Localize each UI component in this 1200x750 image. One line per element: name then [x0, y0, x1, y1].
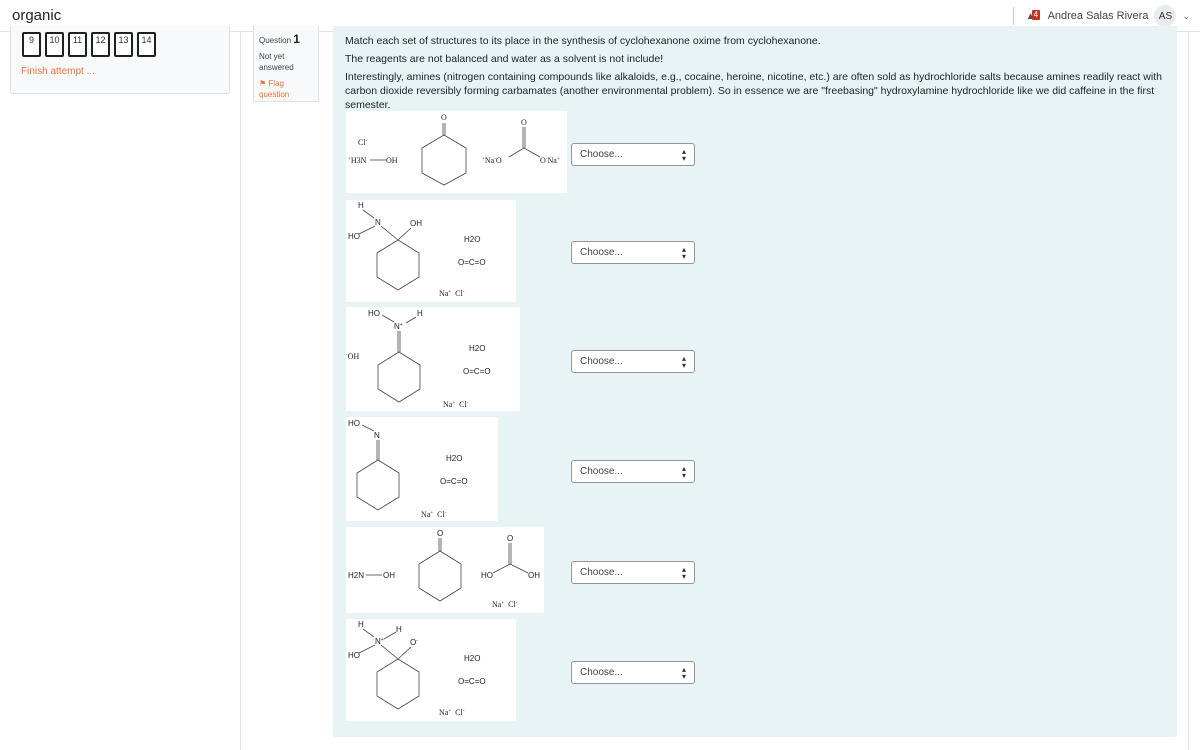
h-label: H: [358, 620, 364, 629]
n-plus-label: N+: [375, 637, 384, 646]
hydroxylammonium-label: +H3N: [348, 156, 367, 165]
question-nav-button[interactable]: 14: [137, 32, 156, 57]
ho-label: HO: [481, 571, 493, 580]
oh-label: OH: [383, 571, 395, 580]
carbonyl-o-label: O: [437, 529, 443, 538]
user-name[interactable]: Andrea Salas Rivera: [1048, 10, 1149, 22]
hydroxide-label: -OH: [346, 352, 359, 361]
select-arrows-icon: ▴ ▾: [681, 464, 686, 480]
user-menu[interactable]: ▲ 4 Andrea Salas Rivera AS ⌄: [1012, 4, 1190, 28]
question-nav-button[interactable]: 11: [68, 32, 87, 57]
select-value: Choose...: [580, 567, 623, 578]
select-arrows-icon: ▴ ▾: [681, 147, 686, 163]
answer-select-3[interactable]: Choose... ▴ ▾: [571, 350, 695, 373]
n-label: N: [375, 218, 381, 227]
question-number: Question 1: [259, 32, 313, 46]
oxide-label: O-: [410, 638, 418, 647]
question-nav-button[interactable]: 10: [45, 32, 64, 57]
structure-image-2: H N HO OH H2O O=C=O Na+ Cl-: [346, 200, 516, 302]
select-value: Choose...: [580, 667, 623, 678]
nacl-label: Na+ Cl-: [439, 289, 465, 298]
question-nav-button[interactable]: 9: [22, 32, 41, 57]
select-value: Choose...: [580, 149, 623, 160]
structure-image-4: HO N H2O O=C=O Na+ Cl-: [346, 417, 498, 521]
select-arrows-icon: ▴ ▾: [681, 665, 686, 681]
answer-select-5[interactable]: Choose... ▴ ▾: [571, 561, 695, 584]
flag-question-button[interactable]: ⚑ Flag question: [259, 78, 313, 100]
select-value: Choose...: [580, 356, 623, 367]
answer-select-6[interactable]: Choose... ▴ ▾: [571, 661, 695, 684]
carbonate-o-label: O: [521, 118, 527, 127]
avatar[interactable]: AS: [1154, 5, 1177, 27]
column-divider: [1188, 32, 1189, 750]
question-label: Question: [259, 36, 292, 45]
question-paragraph: Match each set of structures to its plac…: [345, 35, 821, 47]
select-arrows-icon: ▴ ▾: [681, 245, 686, 261]
question-paragraph: Interestingly, amines (nitrogen containi…: [345, 71, 1162, 111]
nacl-label: Na+ Cl-: [439, 708, 465, 717]
question-state: Not yet answered: [259, 52, 294, 72]
n-plus-label: N+: [394, 322, 403, 331]
site-brand[interactable]: organic: [12, 7, 61, 24]
question-number-value: 1: [293, 32, 300, 46]
water-label: H2O: [469, 344, 485, 353]
finish-attempt-link[interactable]: Finish attempt ...: [21, 66, 95, 77]
co2-label: O=C=O: [458, 258, 486, 267]
h-label: H: [358, 201, 364, 210]
carbonic-o-label: O: [507, 534, 513, 543]
nacl-label: Na+ Cl-: [443, 400, 469, 409]
structure-image-3: HO N+ H -OH H2O O=C=O Na+ Cl-: [346, 307, 520, 411]
sodium-right-label: O-Na+: [540, 156, 560, 165]
question-nav-button[interactable]: 13: [114, 32, 133, 57]
column-divider: [240, 32, 241, 750]
nacl-label: Na+ Cl-: [421, 510, 447, 519]
answer-select-4[interactable]: Choose... ▴ ▾: [571, 460, 695, 483]
structure-image-6: H H N+ HO O- H2O O=C=O Na+ Cl-: [346, 619, 516, 721]
carbonyl-o-label: O: [441, 113, 447, 122]
answer-select-2[interactable]: Choose... ▴ ▾: [571, 241, 695, 264]
h-label: H: [417, 309, 423, 318]
structure-image-5: H2N OH O HO O OH Na+ Cl-: [346, 527, 544, 613]
divider: [1012, 7, 1014, 25]
co2-label: O=C=O: [440, 477, 468, 486]
quiz-navigation: 9 10 11 12 13 14 Finish attempt ...: [10, 26, 230, 94]
ho-label: HO: [348, 419, 360, 428]
water-label: H2O: [464, 654, 480, 663]
question-content: Match each set of structures to its plac…: [333, 26, 1177, 737]
question-paragraph: The reagents are not balanced and water …: [345, 53, 664, 65]
notifications-button[interactable]: ▲ 4: [1026, 9, 1042, 23]
chevron-down-icon[interactable]: ⌄: [1182, 11, 1190, 22]
question-nav-button[interactable]: 12: [91, 32, 110, 57]
answer-select-1[interactable]: Choose... ▴ ▾: [571, 143, 695, 166]
question-info: Question 1 Not yet answered ⚑ Flag quest…: [253, 26, 319, 102]
ho-label: HO: [348, 232, 360, 241]
question-buttons: 9 10 11 12 13 14: [22, 32, 156, 57]
oh-label: OH: [410, 219, 422, 228]
flag-icon: ⚑: [259, 79, 267, 88]
structure-image-1: Cl- +H3N OH O +Na-O O O-Na+: [346, 111, 567, 193]
water-label: H2O: [464, 235, 480, 244]
oh-right-label: OH: [528, 571, 540, 580]
water-label: H2O: [446, 454, 462, 463]
select-value: Choose...: [580, 247, 623, 258]
select-value: Choose...: [580, 466, 623, 477]
co2-label: O=C=O: [463, 367, 491, 376]
ho-label: HO: [348, 651, 360, 660]
chloride-label: Cl-: [358, 138, 368, 147]
select-arrows-icon: ▴ ▾: [681, 565, 686, 581]
question-text: Match each set of structures to its plac…: [345, 34, 1167, 116]
notification-count-badge: 4: [1031, 10, 1041, 20]
n-label: N: [374, 431, 380, 440]
h-label: H: [396, 625, 402, 634]
nacl-label: Na+ Cl-: [492, 600, 518, 609]
hydroxyl-label: OH: [386, 156, 398, 165]
co2-label: O=C=O: [458, 677, 486, 686]
ho-label: HO: [368, 309, 380, 318]
h2n-label: H2N: [348, 571, 364, 580]
select-arrows-icon: ▴ ▾: [681, 354, 686, 370]
sodium-left-label: +Na-O: [482, 156, 502, 165]
